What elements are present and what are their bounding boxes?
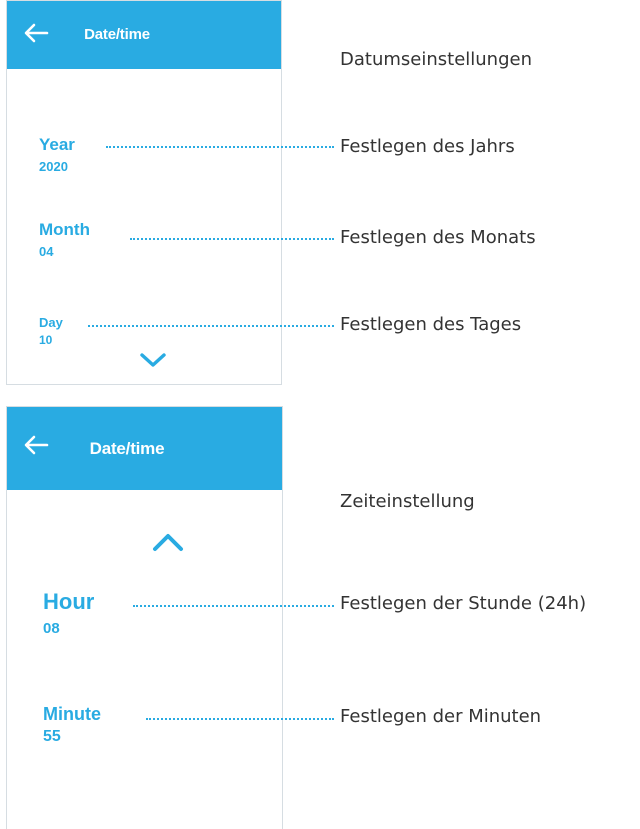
day-field[interactable]: Day 10 xyxy=(39,315,63,347)
minute-annotation: Festlegen der Minuten xyxy=(340,706,542,727)
minute-label: Minute xyxy=(43,704,101,724)
chevron-down-icon xyxy=(140,353,166,367)
minute-value: 55 xyxy=(43,728,61,745)
year-annotation: Festlegen des Jahrs xyxy=(340,136,515,157)
scroll-down-button[interactable] xyxy=(139,351,167,374)
header-bar: Date/time xyxy=(7,1,281,69)
month-callout-line xyxy=(130,238,334,240)
month-value: 04 xyxy=(39,244,54,259)
page-title: Date/time xyxy=(89,439,165,458)
hour-annotation: Festlegen der Stunde (24h) xyxy=(340,593,587,614)
scroll-up-button[interactable] xyxy=(151,531,185,558)
time-settings-screen: Date/time Hour 08 Minute 55 xyxy=(6,406,283,829)
minute-callout-line xyxy=(146,718,334,720)
hour-field[interactable]: Hour 08 xyxy=(43,589,94,637)
minute-field[interactable]: Minute 55 xyxy=(43,704,101,746)
year-field[interactable]: Year 2020 xyxy=(39,135,75,174)
year-label: Year xyxy=(39,135,75,154)
day-annotation: Festlegen des Tages xyxy=(340,314,522,335)
day-callout-line xyxy=(88,325,334,327)
hour-value: 08 xyxy=(43,620,60,637)
day-label: Day xyxy=(39,315,63,330)
month-field[interactable]: Month 04 xyxy=(39,220,90,259)
hour-label: Hour xyxy=(43,589,95,614)
time-section-caption: Zeiteinstellung xyxy=(340,491,475,512)
page-title: Date/time xyxy=(84,26,150,43)
date-section-caption: Datumseinstellungen xyxy=(340,49,532,70)
year-value: 2020 xyxy=(39,159,68,174)
hour-callout-line xyxy=(133,605,334,607)
header-bar: Date/time xyxy=(7,407,282,490)
month-annotation: Festlegen des Monats xyxy=(340,227,536,248)
month-label: Month xyxy=(39,220,90,239)
year-callout-line xyxy=(106,146,334,148)
chevron-up-icon xyxy=(153,534,183,551)
day-value: 10 xyxy=(39,333,53,347)
date-settings-screen: Date/time Year 2020 Month 04 Day 10 xyxy=(6,0,282,385)
